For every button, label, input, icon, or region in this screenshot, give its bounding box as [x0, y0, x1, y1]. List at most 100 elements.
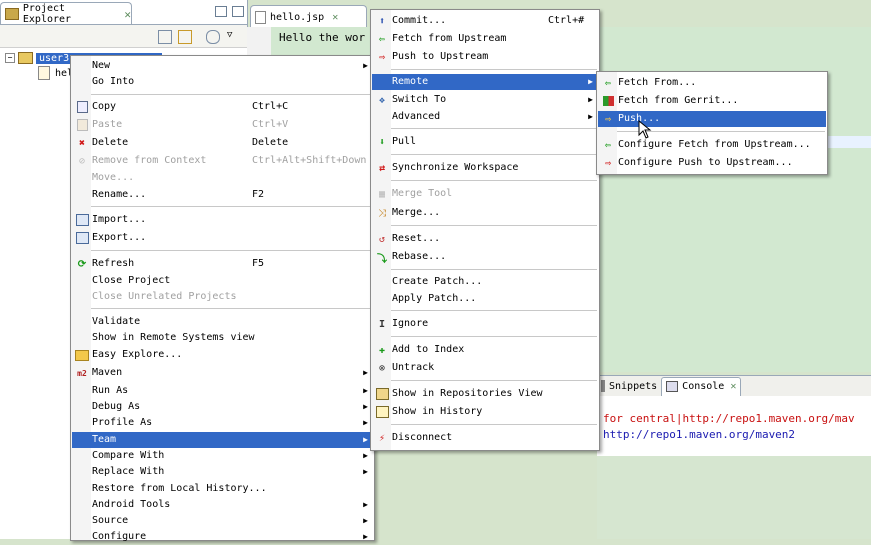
gear-icon[interactable]: [206, 30, 220, 44]
menu-item-fetch-gerrit[interactable]: Fetch from Gerrit...: [598, 93, 826, 109]
menu-item-fetch-upstream[interactable]: ⇦ Fetch from Upstream: [372, 31, 598, 47]
menu-item-profile-as[interactable]: Profile As ▶: [72, 415, 373, 431]
chevron-down-icon[interactable]: ▽: [227, 30, 232, 40]
menu-item-close-unrelated[interactable]: Close Unrelated Projects: [72, 289, 373, 305]
menu-item-rename[interactable]: Rename... F2: [72, 187, 373, 203]
commit-icon: ⬆: [378, 15, 386, 27]
reset-icon: ↺: [378, 233, 386, 245]
project-explorer-toolbar: ▽: [0, 24, 247, 48]
menu-item-pull[interactable]: ⬇ Pull: [372, 134, 598, 150]
tab-console[interactable]: Console ✕: [661, 376, 742, 396]
menu-item-rebase[interactable]: ⤵ Rebase...: [372, 249, 598, 265]
submenu-arrow-icon: ▶: [363, 516, 368, 525]
menu-item-android-tools[interactable]: Android Tools ▶: [72, 497, 373, 513]
menu-item-team[interactable]: Team ▶: [72, 432, 373, 448]
menu-item-fetch-from[interactable]: ⇦ Fetch From...: [598, 75, 826, 91]
menu-item-new[interactable]: New ▶: [72, 58, 373, 74]
submenu-arrow-icon: ▶: [363, 418, 368, 427]
menu-item-import[interactable]: Import...: [72, 212, 373, 228]
menu-item-merge-tool[interactable]: ▦ Merge Tool: [372, 186, 598, 202]
menu-item-apply-patch[interactable]: Apply Patch...: [372, 291, 598, 307]
menu-item-source[interactable]: Source ▶: [72, 513, 373, 529]
menu-item-export[interactable]: Export...: [72, 230, 373, 246]
pull-icon: ⬇: [378, 136, 386, 148]
delete-icon: ✖: [78, 137, 86, 149]
menu-item-easy-explore[interactable]: Easy Explore...: [72, 347, 373, 363]
menu-item-paste[interactable]: Paste Ctrl+V: [72, 117, 373, 133]
menu-item-configure-push[interactable]: ⇨ Configure Push to Upstream...: [598, 155, 826, 171]
menu-item-remove-from-context[interactable]: ⊘ Remove from Context Ctrl+Alt+Shift+Down: [72, 153, 373, 169]
menu-item-push-upstream[interactable]: ⇨ Push to Upstream: [372, 49, 598, 65]
minimize-icon[interactable]: [215, 6, 227, 17]
menu-item-go-into[interactable]: Go Into: [72, 74, 373, 90]
menu-item-add-to-index[interactable]: ✚ Add to Index: [372, 342, 598, 358]
tab-project-explorer[interactable]: Project Explorer ✕: [0, 2, 132, 25]
console-icon: [666, 381, 679, 392]
submenu-arrow-icon: ▶: [363, 61, 368, 70]
sync-icon: ⇄: [378, 162, 386, 174]
tree-item-file[interactable]: hel: [38, 66, 73, 80]
copy-icon: [75, 101, 89, 113]
tab-hello-jsp[interactable]: hello.jsp ✕: [250, 5, 367, 28]
remove-context-icon: ⊘: [78, 155, 86, 167]
close-icon[interactable]: ✕: [332, 12, 338, 23]
menu-item-configure-fetch[interactable]: ⇦ Configure Fetch from Upstream...: [598, 137, 826, 153]
tab-label: Project Explorer: [22, 3, 72, 25]
fetch-icon: ⇦: [378, 33, 386, 45]
submenu-arrow-icon: ▶: [363, 368, 368, 377]
menu-item-commit[interactable]: ⬆ Commit... Ctrl+#: [372, 13, 598, 29]
link-editor-icon[interactable]: [178, 30, 192, 44]
menu-item-create-patch[interactable]: Create Patch...: [372, 274, 598, 290]
menu-item-advanced[interactable]: Advanced ▶: [372, 109, 598, 125]
menu-item-delete[interactable]: ✖ Delete Delete: [72, 135, 373, 151]
menu-item-ignore[interactable]: I Ignore: [372, 316, 598, 332]
submenu-arrow-icon: ▶: [363, 435, 368, 444]
tab-label: Snippets: [609, 380, 658, 392]
menu-item-show-remote-systems[interactable]: Show in Remote Systems view: [72, 330, 373, 346]
menu-item-synchronize[interactable]: ⇄ Synchronize Workspace: [372, 160, 598, 176]
menu-item-configure[interactable]: Configure ▶: [72, 529, 373, 545]
menu-item-reset[interactable]: ↺ Reset...: [372, 231, 598, 247]
menu-item-move[interactable]: Move...: [72, 170, 373, 186]
configure-push-icon: ⇨: [604, 157, 612, 169]
snippets-icon: [601, 380, 605, 392]
submenu-arrow-icon: ▶: [363, 467, 368, 476]
menu-item-compare-with[interactable]: Compare With ▶: [72, 448, 373, 464]
disconnect-icon: ⚡: [378, 432, 386, 444]
project-icon: [18, 52, 33, 64]
menu-item-debug-as[interactable]: Debug As ▶: [72, 399, 373, 415]
tab-label: hello.jsp: [270, 11, 325, 23]
collapse-icon[interactable]: −: [5, 53, 15, 63]
menu-item-refresh[interactable]: ⟳ Refresh F5: [72, 256, 373, 272]
collapse-all-icon[interactable]: [158, 30, 172, 44]
menu-item-show-history[interactable]: Show in History: [372, 404, 598, 420]
tab-snippets[interactable]: Snippets: [597, 377, 661, 395]
menu-item-show-repositories[interactable]: Show in Repositories View: [372, 386, 598, 402]
import-icon: [75, 214, 89, 226]
menu-item-replace-with[interactable]: Replace With ▶: [72, 464, 373, 480]
menu-item-maven[interactable]: m2 Maven ▶: [72, 365, 373, 381]
view-window-controls: [215, 6, 244, 17]
close-icon[interactable]: ✕: [124, 8, 131, 21]
menu-item-disconnect[interactable]: ⚡ Disconnect: [372, 430, 598, 446]
menu-item-close-project[interactable]: Close Project: [72, 273, 373, 289]
menu-item-copy[interactable]: Copy Ctrl+C: [72, 99, 373, 115]
menu-item-run-as[interactable]: Run As ▶: [72, 383, 373, 399]
menu-item-merge[interactable]: ⤨ Merge...: [372, 205, 598, 221]
close-icon[interactable]: ✕: [730, 381, 736, 392]
maven-icon: m2: [77, 368, 87, 378]
menu-item-switch-to[interactable]: ❖ Switch To ▶: [372, 92, 598, 108]
refresh-icon: ⟳: [77, 258, 87, 270]
maximize-icon[interactable]: [232, 6, 244, 17]
menu-item-remote[interactable]: Remote ▶: [372, 74, 598, 90]
menu-item-validate[interactable]: Validate: [72, 314, 373, 330]
merge-icon: ⤨: [378, 207, 386, 219]
tab-label: Console: [682, 381, 725, 392]
menu-item-push[interactable]: ⇨ Push...: [598, 111, 826, 127]
file-icon: [255, 10, 266, 24]
mouse-cursor-icon: [638, 120, 652, 139]
fetch-icon: ⇦: [604, 77, 612, 89]
menu-item-restore-local-history[interactable]: Restore from Local History...: [72, 481, 373, 497]
menu-item-untrack[interactable]: ⊗ Untrack: [372, 360, 598, 376]
submenu-arrow-icon: ▶: [363, 386, 368, 395]
